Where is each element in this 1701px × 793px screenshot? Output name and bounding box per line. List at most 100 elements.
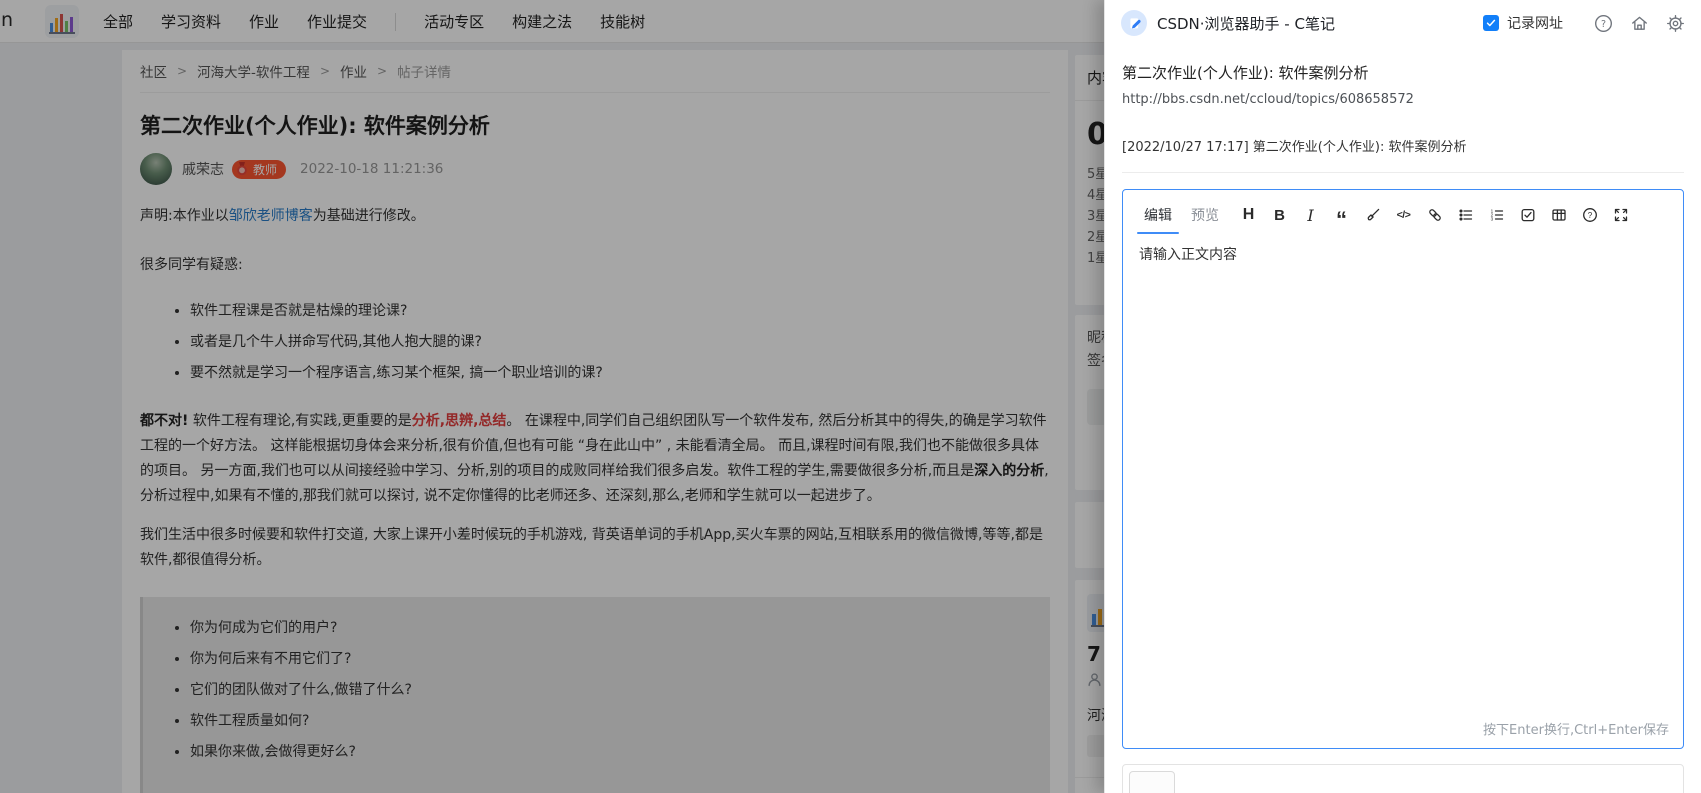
teacher-badge: 教师 <box>232 159 287 179</box>
sidebar-content-card: 内容 0 5星 4星 3星 2星 1星 <box>1075 55 1104 305</box>
heading-button[interactable]: H <box>1233 202 1264 228</box>
member-count: 7 <box>1087 642 1101 666</box>
badge-label: 教师 <box>253 162 278 177</box>
blockquote-button[interactable]: “ <box>1326 202 1357 231</box>
declaration-prefix: 声明:本作业以 <box>140 208 229 224</box>
breadcrumb-community[interactable]: 社区 <box>140 61 167 81</box>
rating-row: 4星 <box>1087 188 1104 203</box>
forum-sidebar-strip: 内容 0 5星 4星 3星 2星 1星 昵称 签名 <box>1075 55 1104 793</box>
nav-item-homework-submit[interactable]: 作业提交 <box>307 11 367 32</box>
sidebar-profile-card: 昵称 签名 <box>1075 315 1104 490</box>
divider <box>1075 100 1104 101</box>
intro-paragraph: 很多同学有疑惑: <box>140 257 243 273</box>
bold-button[interactable]: B <box>1264 202 1295 228</box>
cnote-logo-icon <box>1121 10 1147 36</box>
sidebar-card <box>1075 502 1104 568</box>
medal-icon <box>237 162 247 176</box>
list-item: 或者是几个牛人拼命写代码,其他人抱大腿的课? <box>190 327 1050 358</box>
sidebar-community-card: 7 河海大学-软件工程 社区公告 <box>1075 580 1104 793</box>
declaration-paragraph: 声明:本作业以邹欣老师博客为基础进行修改。 <box>140 204 1050 229</box>
csdn-logo-fragment: n <box>1 9 14 31</box>
list-item: 你为何后来有不用它们了? <box>190 644 1050 675</box>
member-icon <box>1088 673 1101 687</box>
editor-content-area[interactable]: 请输入正文内容 <box>1123 228 1683 280</box>
nav-items: 全部 学习资料 作业 作业提交 活动专区 构建之法 技能树 <box>103 0 645 43</box>
author-row: 戚荣志 教师 2022-10-18 11:21:36 <box>140 153 1050 185</box>
tag-box <box>1122 764 1684 793</box>
community-thumbnail-image <box>1087 594 1104 632</box>
sidebar-ratings: 5星 4星 3星 2星 1星 <box>1075 164 1104 269</box>
post-body: 声明:本作业以邹欣老师博客为基础进行修改。 很多同学有疑惑: 软件工程课是否就是… <box>140 204 1050 793</box>
divider <box>1075 777 1104 778</box>
analysis-seg1: 软件工程有理论,有实践,更重要的是 <box>188 413 412 429</box>
ordered-list-button[interactable]: 1 2 3 <box>1481 202 1512 228</box>
list-item: 它们的团队做对了什么,做错了什么? <box>190 675 1050 706</box>
breadcrumb-homework[interactable]: 作业 <box>340 61 367 81</box>
tab-edit[interactable]: 编辑 <box>1137 205 1179 234</box>
code-button[interactable]: </> <box>1388 202 1419 228</box>
record-url-label: 记录网址 <box>1507 16 1563 32</box>
nav-item-all[interactable]: 全部 <box>103 11 133 32</box>
sidebar-field-nickname: 昵称 <box>1087 330 1104 346</box>
rating-row: 1星 <box>1087 251 1104 266</box>
analysis-lead-bold: 都不对! <box>140 413 189 429</box>
analysis-bold2: 深入的分析 <box>974 463 1045 479</box>
list-item: 要不然就是学习一个程序语言,练习某个框架, 搞一个职业培训的课? <box>190 358 1050 389</box>
question-list: 软件工程课是否就是枯燥的理论课? 或者是几个牛人拼命写代码,其他人抱大腿的课? … <box>140 296 1050 389</box>
list-item: 如果你来做,会做得更好么? <box>190 737 1050 768</box>
nav-item-activity-zone[interactable]: 活动专区 <box>424 11 484 32</box>
post-title: 第二次作业(个人作业): 软件案例分析 <box>140 114 490 138</box>
breadcrumb: 社区 > 河海大学-软件工程 > 作业 > 帖子详情 <box>140 50 1050 93</box>
add-tag-chip[interactable] <box>1129 771 1175 793</box>
panel-title: CSDN·浏览器助手 - C笔记 <box>1157 14 1335 33</box>
link-button[interactable] <box>1419 202 1450 228</box>
nav-item-homework[interactable]: 作业 <box>249 11 279 32</box>
sidebar-button[interactable] <box>1087 389 1104 425</box>
fullscreen-button[interactable] <box>1605 202 1636 228</box>
gear-icon[interactable] <box>1666 14 1685 33</box>
breadcrumb-hohai-software[interactable]: 河海大学-软件工程 <box>197 61 310 81</box>
screenshot-root: n 全部 学习资料 作业 作业提交 活动专区 构建之法 技能树 社区 > 河海大… <box>0 0 1701 793</box>
community-tag-chip[interactable] <box>1087 735 1104 757</box>
table-button[interactable] <box>1543 202 1574 228</box>
list-item: 软件工程质量如何? <box>190 706 1050 737</box>
declaration-suffix: 为基础进行修改。 <box>312 208 425 224</box>
sidebar-score: 0 <box>1087 117 1104 152</box>
task-list-button[interactable] <box>1512 202 1543 228</box>
zouxin-blog-link[interactable]: 邹欣老师博客 <box>229 208 313 224</box>
nav-item-build-method[interactable]: 构建之法 <box>512 11 572 32</box>
breadcrumb-current: 帖子详情 <box>397 65 452 81</box>
analysis-paragraph: 都不对! 软件工程有理论,有实践,更重要的是分析,思辨,总结。 在课程中,同学们… <box>140 409 1050 509</box>
sidebar-field-signature: 签名 <box>1087 353 1104 369</box>
nav-item-skill-tree[interactable]: 技能树 <box>600 11 645 32</box>
note-url: http://bbs.csdn.net/ccloud/topics/608658… <box>1122 92 1414 107</box>
unordered-list-button[interactable] <box>1450 202 1481 228</box>
community-logo-icon[interactable] <box>45 5 79 38</box>
editor-save-hint: 按下Enter换行,Ctrl+Enter保存 <box>1483 723 1669 738</box>
author-name[interactable]: 戚荣志 <box>182 159 224 179</box>
italic-button[interactable]: I <box>1295 202 1326 228</box>
quote-block: 你为何成为它们的用户? 你为何后来有不用它们了? 它们的团队做对了什么,做错了什… <box>140 597 1050 793</box>
rating-row: 3星 <box>1087 209 1104 224</box>
sidebar-card-title: 内容 <box>1087 69 1104 87</box>
breadcrumb-separator: > <box>319 64 330 78</box>
format-brush-button[interactable] <box>1357 202 1388 228</box>
breadcrumb-separator: > <box>377 64 388 78</box>
list-item: 软件工程课是否就是枯燥的理论课? <box>190 296 1050 327</box>
nav-item-study-material[interactable]: 学习资料 <box>161 11 221 32</box>
panel-body: 第二次作业(个人作业): 软件案例分析 http://bbs.csdn.net/… <box>1105 62 1701 793</box>
svg-text:3: 3 <box>1490 217 1493 222</box>
divider <box>1122 172 1684 173</box>
life-paragraph: 我们生活中很多时候要和软件打交道, 大家上课开小差时候玩的手机游戏, 背英语单词… <box>140 527 1043 568</box>
help-icon[interactable]: ? <box>1594 14 1613 33</box>
author-avatar[interactable] <box>140 153 172 185</box>
svg-text:?: ? <box>1601 19 1606 30</box>
tab-preview[interactable]: 预览 <box>1186 205 1224 225</box>
checkbox-checked-icon[interactable] <box>1483 15 1499 31</box>
rating-row: 5星 <box>1087 167 1104 182</box>
home-icon[interactable] <box>1630 14 1649 33</box>
editor-help-button[interactable]: ? <box>1574 202 1605 228</box>
chart-thumbnail-image <box>45 5 79 38</box>
note-editor: 编辑 预览 H B I “ </> 1 2 3 ? 请输入正文内容 按下Ente… <box>1122 189 1684 749</box>
record-url-checkbox[interactable]: 记录网址 <box>1483 13 1563 33</box>
